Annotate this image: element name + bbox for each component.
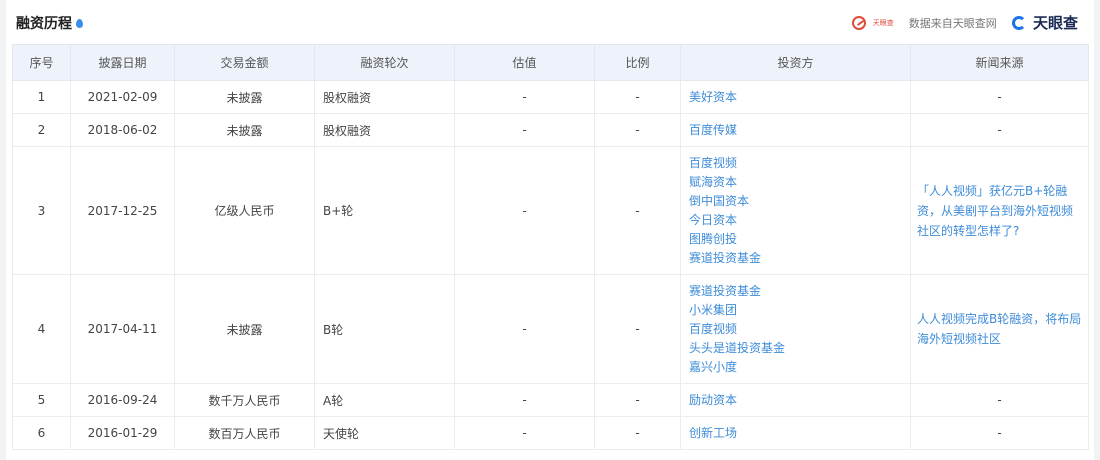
panel-title-text: 融资历程: [16, 16, 72, 32]
stamp-icon: [851, 15, 866, 30]
investor-link[interactable]: 创新工场: [689, 424, 904, 443]
cell-valuation: -: [454, 146, 595, 275]
watermark-note: 数据来自天眼查网: [908, 16, 997, 30]
cell-ratio: -: [594, 113, 681, 147]
stamp-text: 天眼查: [872, 18, 894, 27]
cell-news: 人人视频完成B轮融资，将布局海外短视频社区: [910, 274, 1089, 384]
col-header-index: 序号: [12, 44, 71, 81]
financing-table: 序号 披露日期 交易金额 融资轮次 估值 比例 投资方 新闻来源 1 2021-…: [12, 44, 1089, 450]
cell-valuation: -: [454, 80, 595, 114]
cell-ratio: -: [594, 80, 681, 114]
header-tools: 天眼查 数据来自天眼查网 天眼查: [851, 12, 1078, 33]
cell-round: 股权融资: [314, 80, 455, 114]
cell-amount: 未披露: [174, 274, 315, 384]
col-header-round: 融资轮次: [314, 44, 455, 81]
brand-logo-icon: [1011, 15, 1026, 30]
investor-link[interactable]: 美好资本: [689, 88, 904, 107]
cell-news: -: [910, 113, 1089, 147]
investor-link[interactable]: 图腾创投: [689, 230, 904, 249]
col-header-valuation: 估值: [454, 44, 595, 81]
investor-link[interactable]: 赋海资本: [689, 173, 904, 192]
investor-link[interactable]: 今日资本: [689, 211, 904, 230]
investor-link[interactable]: 励动资本: [689, 391, 904, 410]
cell-index: 4: [12, 274, 71, 384]
cell-date: 2018-06-02: [70, 113, 175, 147]
cell-valuation: -: [454, 274, 595, 384]
cell-investors: 创新工场: [680, 416, 911, 450]
cell-ratio: -: [594, 146, 681, 275]
cell-date: 2016-09-24: [70, 383, 175, 417]
cell-valuation: -: [454, 383, 595, 417]
investor-link[interactable]: 百度视频: [689, 154, 904, 173]
cell-round: B轮: [314, 274, 455, 384]
cell-index: 5: [12, 383, 71, 417]
cell-amount: 亿级人民币: [174, 146, 315, 275]
cell-date: 2017-12-25: [70, 146, 175, 275]
table-row: 6 2016-01-29 数百万人民币 天使轮 - - 创新工场 -: [12, 416, 1089, 450]
investor-link[interactable]: 嘉兴小度: [689, 358, 904, 377]
panel-title: 融资历程: [16, 13, 83, 33]
cell-amount: 未披露: [174, 80, 315, 114]
news-link[interactable]: 「人人视频」获亿元B+轮融资，从美剧平台到海外短视频社区的转型怎样了?: [917, 181, 1082, 241]
news-link[interactable]: 人人视频完成B轮融资，将布局海外短视频社区: [917, 309, 1082, 349]
cell-round: A轮: [314, 383, 455, 417]
col-header-news: 新闻来源: [910, 44, 1089, 81]
table-row: 5 2016-09-24 数千万人民币 A轮 - - 励动资本 -: [12, 383, 1089, 417]
investor-link[interactable]: 小米集团: [689, 301, 904, 320]
cell-amount: 数百万人民币: [174, 416, 315, 450]
cell-investors: 百度视频 赋海资本 倒中国资本 今日资本 图腾创投 赛道投资基金: [680, 146, 911, 275]
cell-investors: 百度传媒: [680, 113, 911, 147]
cell-index: 1: [12, 80, 71, 114]
cell-investors: 美好资本: [680, 80, 911, 114]
cell-news: -: [910, 80, 1089, 114]
table-row: 3 2017-12-25 亿级人民币 B+轮 - - 百度视频 赋海资本 倒中国…: [12, 146, 1089, 275]
col-header-ratio: 比例: [594, 44, 681, 81]
cell-news: -: [910, 416, 1089, 450]
investor-link[interactable]: 赛道投资基金: [689, 249, 904, 268]
col-header-amount: 交易金额: [174, 44, 315, 81]
cell-round: B+轮: [314, 146, 455, 275]
cell-index: 3: [12, 146, 71, 275]
investor-link[interactable]: 倒中国资本: [689, 192, 904, 211]
brand-name[interactable]: 天眼查: [1033, 12, 1078, 33]
cell-amount: 未披露: [174, 113, 315, 147]
cell-date: 2021-02-09: [70, 80, 175, 114]
investor-link[interactable]: 头头是道投资基金: [689, 339, 904, 358]
table-row: 4 2017-04-11 未披露 B轮 - - 赛道投资基金 小米集团 百度视频…: [12, 274, 1089, 384]
investor-link[interactable]: 百度视频: [689, 320, 904, 339]
cell-index: 6: [12, 416, 71, 450]
cell-date: 2017-04-11: [70, 274, 175, 384]
cell-news: -: [910, 383, 1089, 417]
col-header-date: 披露日期: [70, 44, 175, 81]
cell-index: 2: [12, 113, 71, 147]
cell-round: 股权融资: [314, 113, 455, 147]
table-row: 1 2021-02-09 未披露 股权融资 - - 美好资本 -: [12, 80, 1089, 114]
cell-ratio: -: [594, 416, 681, 450]
cell-round: 天使轮: [314, 416, 455, 450]
investor-link[interactable]: 百度传媒: [689, 121, 904, 140]
cell-date: 2016-01-29: [70, 416, 175, 450]
cell-ratio: -: [594, 274, 681, 384]
cell-investors: 励动资本: [680, 383, 911, 417]
panel-header: 融资历程 天眼查 数据来自天眼查网 天眼查: [6, 0, 1094, 44]
info-drop-icon[interactable]: [76, 19, 83, 28]
cell-valuation: -: [454, 416, 595, 450]
cell-ratio: -: [594, 383, 681, 417]
table-header-row: 序号 披露日期 交易金额 融资轮次 估值 比例 投资方 新闻来源: [12, 44, 1089, 81]
cell-valuation: -: [454, 113, 595, 147]
cell-news: 「人人视频」获亿元B+轮融资，从美剧平台到海外短视频社区的转型怎样了?: [910, 146, 1089, 275]
cell-investors: 赛道投资基金 小米集团 百度视频 头头是道投资基金 嘉兴小度: [680, 274, 911, 384]
col-header-investors: 投资方: [680, 44, 911, 81]
financing-panel: 融资历程 天眼查 数据来自天眼查网 天眼查 序号 披露日期 交易金额 融资轮次 …: [6, 0, 1094, 460]
investor-link[interactable]: 赛道投资基金: [689, 282, 904, 301]
table-row: 2 2018-06-02 未披露 股权融资 - - 百度传媒 -: [12, 113, 1089, 147]
cell-amount: 数千万人民币: [174, 383, 315, 417]
